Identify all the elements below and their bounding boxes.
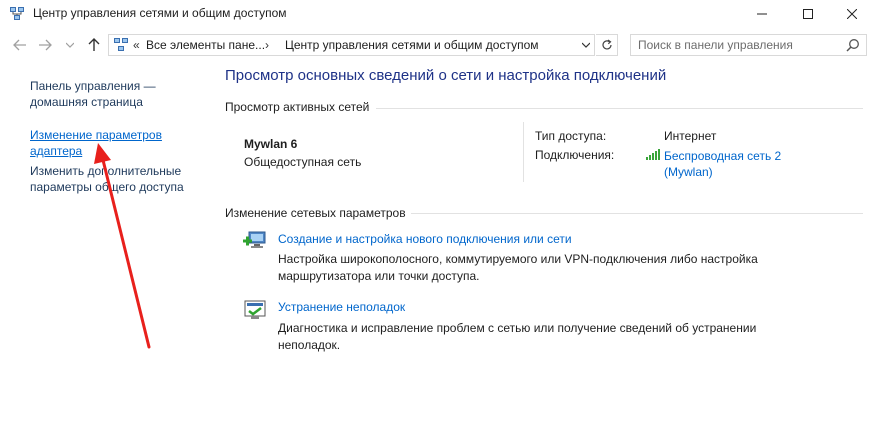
network-category: Общедоступная сеть bbox=[244, 155, 362, 169]
up-button[interactable] bbox=[86, 37, 102, 53]
wireless-connection-line1: Беспроводная сеть 2 bbox=[664, 149, 782, 163]
minimize-icon bbox=[757, 13, 767, 15]
access-type-label: Тип доступа: bbox=[535, 129, 607, 143]
section-divider bbox=[376, 108, 863, 109]
wireless-signal-icon bbox=[646, 149, 660, 160]
control-panel-home-link[interactable]: Панель управления — домашняя страница bbox=[30, 78, 156, 110]
chevron-down-icon bbox=[582, 42, 590, 48]
address-bar[interactable]: « Все элементы пане... › Центр управлени… bbox=[108, 34, 595, 56]
address-dropdown-button[interactable] bbox=[579, 34, 593, 56]
maximize-icon bbox=[803, 9, 813, 19]
wireless-connection-line2: (Mywlan) bbox=[664, 165, 713, 179]
new-connection-icon bbox=[243, 231, 266, 248]
chevron-down-icon bbox=[66, 42, 74, 48]
breadcrumb-network-center[interactable]: Центр управления сетями и общим доступом bbox=[285, 38, 539, 52]
change-adapter-settings-line2: адаптера bbox=[30, 144, 83, 158]
search-box[interactable] bbox=[630, 34, 867, 56]
control-panel-home-line1: Панель управления — bbox=[30, 79, 156, 93]
advanced-sharing-settings-line1: Изменить дополнительные bbox=[30, 164, 182, 178]
address-overflow[interactable]: « bbox=[133, 38, 140, 52]
setup-new-connection-link[interactable]: Создание и настройка нового подключения … bbox=[278, 232, 572, 246]
network-name: Mywlan 6 bbox=[244, 137, 298, 151]
advanced-sharing-settings-line2: параметры общего доступа bbox=[30, 180, 184, 194]
search-icon[interactable] bbox=[846, 38, 860, 52]
page-title: Просмотр основных сведений о сети и наст… bbox=[225, 67, 667, 84]
search-input[interactable] bbox=[631, 35, 841, 55]
arrow-right-icon bbox=[39, 39, 52, 51]
breadcrumb-separator[interactable]: › bbox=[265, 38, 269, 52]
window-title: Центр управления сетями и общим доступом bbox=[33, 6, 287, 20]
change-settings-header: Изменение сетевых параметров bbox=[225, 206, 406, 220]
back-button[interactable] bbox=[12, 37, 28, 53]
setup-new-connection-desc-line2: маршрутизатора или точки доступа. bbox=[278, 269, 480, 283]
connections-label: Подключения: bbox=[535, 148, 615, 162]
active-networks-header: Просмотр активных сетей bbox=[225, 100, 370, 114]
title-bar: Центр управления сетями и общим доступом bbox=[0, 0, 875, 28]
change-adapter-settings-link[interactable]: Изменение параметров адаптера bbox=[30, 127, 162, 159]
advanced-sharing-settings-link[interactable]: Изменить дополнительные параметры общего… bbox=[30, 163, 184, 195]
wireless-connection-link[interactable]: Беспроводная сеть 2 (Mywlan) bbox=[664, 148, 781, 180]
network-center-icon bbox=[10, 7, 24, 20]
breadcrumb-all-items[interactable]: Все элементы пане... bbox=[146, 38, 265, 52]
close-icon bbox=[847, 9, 857, 19]
forward-button[interactable] bbox=[37, 37, 53, 53]
troubleshoot-description: Диагностика и исправление проблем с сеть… bbox=[278, 320, 756, 354]
close-button[interactable] bbox=[829, 0, 875, 28]
recent-locations-button[interactable] bbox=[64, 37, 76, 53]
setup-new-connection-desc-line1: Настройка широкополосного, коммутируемог… bbox=[278, 252, 758, 266]
setup-new-connection-description: Настройка широкополосного, коммутируемог… bbox=[278, 251, 758, 285]
control-panel-home-line2: домашняя страница bbox=[30, 95, 143, 109]
access-type-value: Интернет bbox=[664, 129, 717, 143]
maximize-button[interactable] bbox=[785, 0, 831, 28]
navigation-bar: « Все элементы пане... › Центр управлени… bbox=[0, 28, 875, 64]
refresh-button[interactable] bbox=[596, 34, 618, 56]
arrow-left-icon bbox=[13, 39, 26, 51]
network-divider bbox=[523, 122, 524, 182]
refresh-icon bbox=[601, 39, 612, 50]
left-pane: Панель управления — домашняя страница Из… bbox=[0, 64, 210, 423]
control-panel-icon bbox=[114, 38, 128, 51]
troubleshoot-desc-line1: Диагностика и исправление проблем с сеть… bbox=[278, 321, 757, 335]
section-divider bbox=[411, 213, 863, 214]
arrow-up-icon bbox=[88, 38, 100, 51]
change-adapter-settings-line1: Изменение параметров bbox=[30, 128, 162, 142]
troubleshoot-desc-line2: неполадок. bbox=[278, 338, 341, 352]
troubleshoot-icon bbox=[244, 300, 266, 319]
troubleshoot-link[interactable]: Устранение неполадок bbox=[278, 300, 405, 314]
minimize-button[interactable] bbox=[739, 0, 785, 28]
